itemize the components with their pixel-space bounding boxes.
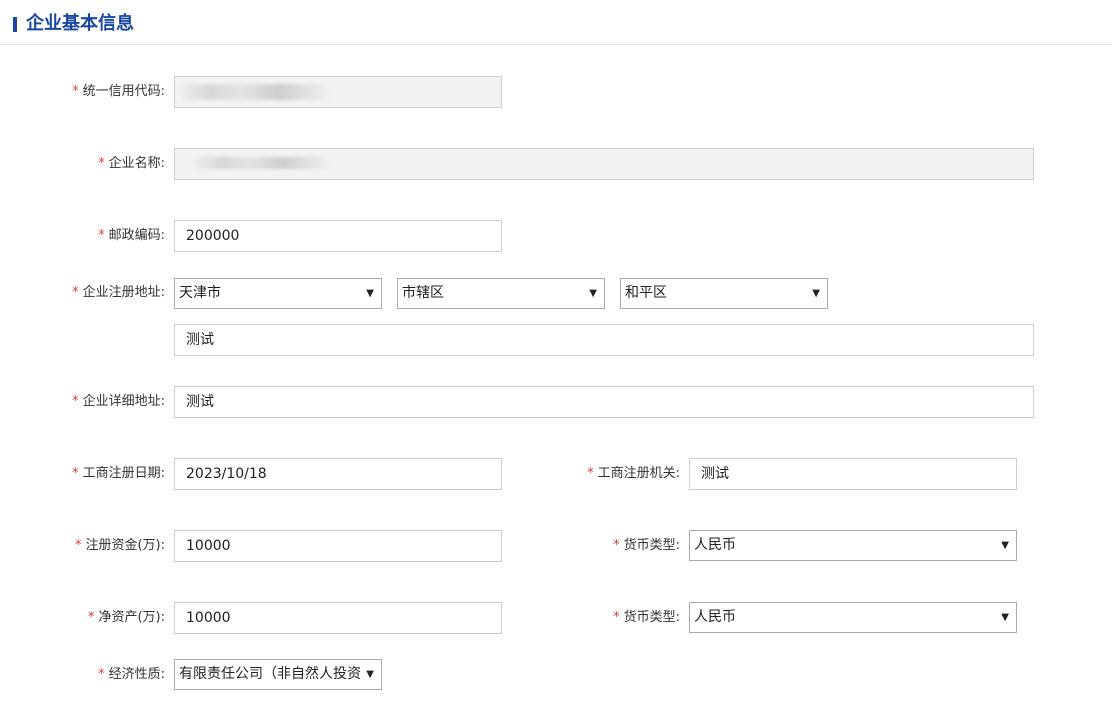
required-mark: * [74,538,82,553]
detailed-address-input[interactable]: 测试 [174,386,1034,418]
credit-code-label: * 统一信用代码: [72,84,165,99]
chevron-down-icon: ▼ [364,660,374,689]
registered-capital-input[interactable]: 10000 [174,530,502,562]
assets-currency-label: * 货币类型: [613,610,680,625]
required-mark: * [72,285,79,300]
required-mark: * [98,228,105,243]
economic-nature-label: * 经济性质: [98,667,165,682]
city-select[interactable]: 市辖区 ▼ [397,278,605,309]
capital-currency-select[interactable]: 人民币 ▼ [689,530,1017,561]
registration-date-input[interactable]: 2023/10/18 [174,458,502,490]
registration-date-label: * 工商注册日期: [72,466,165,481]
section-title: 企业基本信息 [26,13,134,34]
credit-code-input[interactable] [174,76,502,108]
registered-capital-label: * 注册资金(万): [74,538,165,553]
registered-address-label: * 企业注册地址: [72,285,165,300]
chevron-down-icon: ▼ [589,288,597,299]
capital-currency-label: * 货币类型: [613,538,680,553]
economic-nature-select[interactable]: 有限责任公司（非自然人投资 ▼ [174,659,382,690]
net-assets-label: * 净资产(万): [87,610,165,625]
province-select[interactable]: 天津市 ▼ [174,278,382,309]
required-mark: * [613,610,620,625]
required-mark: * [72,394,79,409]
required-mark: * [587,466,594,481]
chevron-down-icon: ▼ [366,288,374,299]
company-name-label: * 企业名称: [98,156,165,171]
required-mark: * [98,156,105,171]
required-mark: * [87,610,95,625]
section-header: 企业基本信息 [0,0,1112,45]
title-accent-bar [13,17,17,32]
detailed-address-label: * 企业详细地址: [72,394,165,409]
company-name-input[interactable] [174,148,1034,180]
net-assets-input[interactable]: 10000 [174,602,502,634]
registration-authority-input[interactable]: 测试 [689,458,1017,490]
postal-code-label: * 邮政编码: [98,228,165,243]
assets-currency-select[interactable]: 人民币 ▼ [689,602,1017,633]
district-select[interactable]: 和平区 ▼ [620,278,828,309]
required-mark: * [72,84,79,99]
postal-code-input[interactable]: 200000 [174,220,502,252]
chevron-down-icon: ▼ [812,288,820,299]
chevron-down-icon: ▼ [1001,540,1009,551]
redacted-value [195,157,331,169]
required-mark: * [613,538,620,553]
required-mark: * [98,667,105,682]
required-mark: * [72,466,79,481]
redacted-value [181,84,331,100]
street-address-input[interactable]: 测试 [174,324,1034,356]
registration-authority-label: * 工商注册机关: [587,466,680,481]
chevron-down-icon: ▼ [1001,612,1009,623]
